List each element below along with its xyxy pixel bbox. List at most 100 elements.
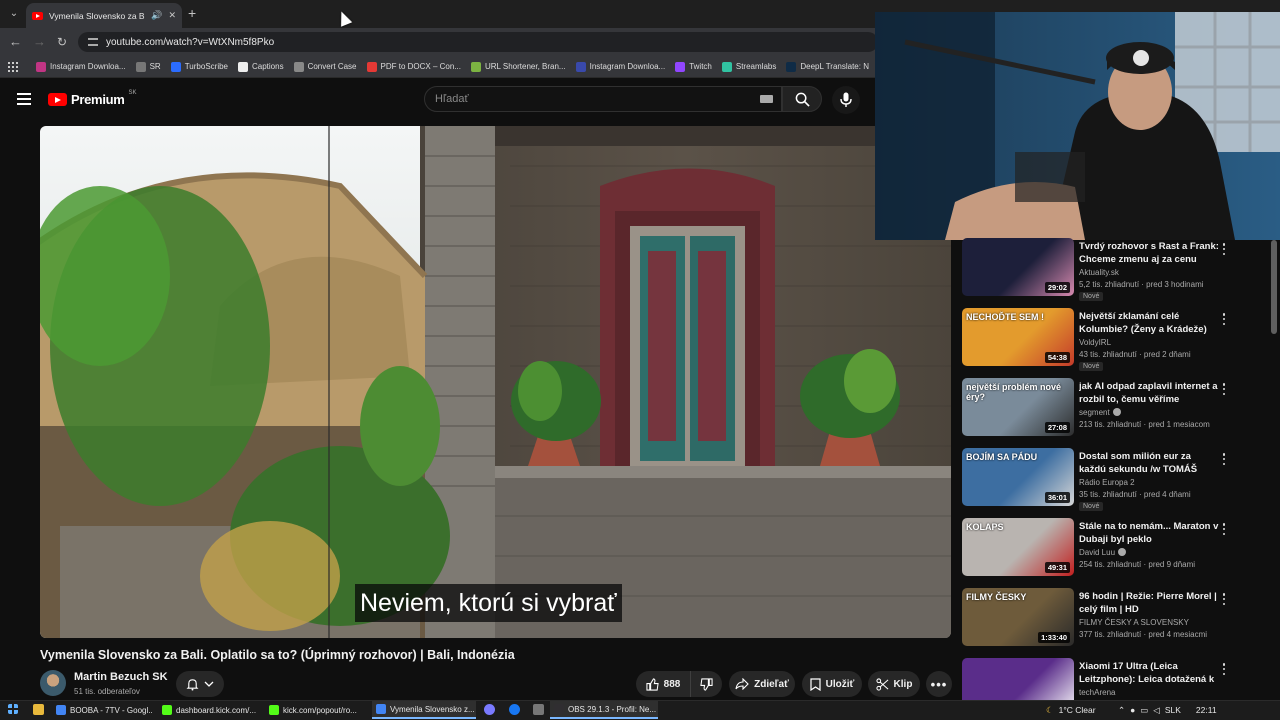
speaker-icon[interactable]: 🔊 [151,10,162,21]
recommendation-thumbnail[interactable]: BOJÍM SA PÁDU 36:01 [962,448,1074,506]
more-vertical-icon[interactable] [1222,313,1226,325]
clock[interactable]: 22:11 [1196,705,1217,715]
video-player[interactable] [40,126,951,638]
new-tab-icon[interactable]: + [188,6,196,20]
recommendation-title[interactable]: Stále na to nemám... Maraton v Dubaji by… [1079,520,1219,546]
recommendation-item[interactable]: 29:02 Tvrdý rozhovor s Rast a Frank: Chce… [962,238,1262,301]
bookmark-item[interactable]: URL Shortener, Bran... [470,61,566,72]
recommendation-item[interactable]: NECHOĎTE SEM ! 54:38 Největší zklamání cel… [962,308,1262,371]
taskbar-app-button[interactable]: Vymenila Slovensko z... [372,701,476,719]
bookmark-item[interactable]: TurboScribe [170,61,228,72]
save-button[interactable]: Uložiť [802,671,862,697]
mic-tray-icon[interactable]: ● [1130,705,1135,715]
headset-app-icon[interactable] [484,704,495,715]
bookmark-item[interactable]: Streamlabs [721,61,776,72]
taskbar-app-button[interactable]: BOOBA - 7TV - Googl... [52,701,152,719]
bookmark-item[interactable]: Captions [238,61,284,72]
like-button[interactable]: 888 [636,671,690,697]
bookmark-item[interactable]: PDF to DOCX – Con... [366,61,461,72]
recommendation-title[interactable]: Dostal som milión eur za každú sekundu /… [1079,450,1219,476]
more-vertical-icon[interactable] [1222,383,1226,395]
notification-bell-button[interactable] [176,671,224,697]
taskbar-app-label: Vymenila Slovensko z... [390,704,475,714]
apps-grid-icon[interactable] [8,61,18,72]
recommendation-channel[interactable]: Aktuality.sk [1079,268,1119,277]
channel-name[interactable]: Martin Bezuch SK [74,671,168,683]
recommendation-item[interactable]: BOJÍM SA PÁDU 36:01 Dostal som milión eur … [962,448,1262,511]
dislike-button[interactable] [690,671,722,697]
recommendation-title[interactable]: Xiaomi 17 Ultra (Leica Leitzphone): Leic… [1079,660,1219,686]
channel-avatar[interactable] [40,670,66,696]
duration-badge: 29:02 [1044,282,1070,293]
more-actions-button[interactable]: ••• [926,671,952,697]
voice-search-button[interactable] [832,86,860,114]
recommendation-item[interactable]: FILMY ČESKY 1:33:40 96 hodin | Režie: Pier… [962,588,1262,646]
bookmark-item[interactable]: Twitch [675,61,712,72]
recommendation-item[interactable]: KOLAPS 49:31 Stále na to nemám... Maraton … [962,518,1262,576]
more-vertical-icon[interactable] [1222,523,1226,535]
youtube-premium-logo[interactable]: Premium SK [48,90,137,107]
browser-tab-active[interactable]: Vymenila Slovensko za Bali... 🔊 ✕ [26,3,182,28]
recommendation-channel[interactable]: techArena [1079,688,1115,697]
recommendation-channel[interactable]: segment [1079,408,1121,417]
taskbar-app-icon [269,705,279,715]
share-button[interactable]: Zdieľať [729,671,795,697]
reload-icon[interactable]: ↻ [57,34,67,50]
recommendation-channel[interactable]: VoldyIRL [1079,338,1111,347]
start-windows-icon[interactable] [8,704,18,714]
recommendation-channel[interactable]: Rádio Europa 2 [1079,478,1135,487]
forward-arrow-icon[interactable]: → [33,34,46,50]
recommendation-title[interactable]: Tvrdý rozhovor s Rast a Frank: Chceme zm… [1079,240,1219,266]
language-indicator[interactable]: SLK [1165,705,1181,715]
recommendation-thumbnail[interactable]: KOLAPS 49:31 [962,518,1074,576]
more-vertical-icon[interactable] [1222,593,1226,605]
recommendation-title[interactable]: 96 hodin | Režie: Pierre Morel | celý fi… [1079,590,1219,616]
more-vertical-icon[interactable] [1222,453,1226,465]
back-arrow-icon[interactable]: ← [9,34,22,50]
recommendation-meta: 43 tis. zhliadnutí · pred 2 dňami [1079,350,1191,359]
bookmark-item[interactable]: Convert Case [293,61,357,72]
clip-button[interactable]: Klip [868,671,920,697]
keyboard-icon[interactable] [760,95,773,103]
facebook-icon[interactable] [509,704,520,715]
search-input[interactable]: Hľadať [424,86,782,112]
thumbs-down-icon [700,677,713,691]
taskbar-app-button[interactable]: dashboard.kick.com/... [158,701,258,719]
taskbar-app-button[interactable]: OBS 29.1.3 - Profil: Ne... [550,701,658,719]
recommendation-channel[interactable]: David Luu [1079,548,1127,557]
verified-check-icon [1118,548,1127,556]
recommendation-thumbnail[interactable]: největší problém nové éry? 27:08 [962,378,1074,436]
recommendation-title[interactable]: jak AI odpad zaplavil internet a rozbil … [1079,380,1219,406]
bookmark-item[interactable]: SR [135,61,161,72]
menu-hamburger-icon[interactable] [17,93,31,105]
recommendation-channel[interactable]: FILMY ČESKY A SLOVENSKY [1079,618,1189,627]
recommendation-item[interactable]: největší problém nové éry? 27:08 jak AI od… [962,378,1262,436]
duration-badge: 49:31 [1044,562,1070,573]
site-info-icon[interactable] [88,38,98,46]
more-vertical-icon[interactable] [1222,663,1226,675]
sidebar-scrollbar[interactable] [1271,240,1277,334]
recommendation-thumbnail[interactable]: 29:02 [962,238,1074,296]
weather-widget[interactable]: ☾ 1°C Clear [1046,701,1096,719]
system-tray: ⌃ ● ▭ ◁ SLK 22:11 [1118,701,1217,719]
bookmark-item[interactable]: Instagram Downloa... [36,61,126,72]
chevron-up-icon[interactable]: ⌃ [1118,705,1125,716]
file-explorer-icon[interactable] [33,704,44,715]
recommendation-thumbnail[interactable]: NECHOĎTE SEM ! 54:38 [962,308,1074,366]
close-tab-icon[interactable]: ✕ [168,10,176,21]
bookmark-item[interactable]: Instagram Downloa... [575,61,665,72]
volume-icon[interactable]: ◁ [1153,705,1160,716]
tab-search-chevron-icon[interactable]: ⌄ [6,6,22,22]
pinned-app-icon[interactable] [533,704,544,715]
recommendation-meta: 5,2 tis. zhliadnutí · pred 3 hodinami [1079,280,1204,289]
search-button[interactable] [782,86,822,112]
address-bar[interactable]: youtube.com/watch?v=WtXNm5f8Pko [78,32,878,52]
taskbar-app-button[interactable]: kick.com/popout/ro... [265,701,365,719]
network-icon[interactable]: ▭ [1140,705,1148,716]
recommendation-thumbnail[interactable]: FILMY ČESKY 1:33:40 [962,588,1074,646]
youtube-favicon-icon [32,11,43,20]
bookmark-item[interactable]: DeepL Translate: N [786,61,869,72]
more-vertical-icon[interactable] [1222,243,1226,255]
youtube-play-icon [48,93,67,106]
recommendation-title[interactable]: Největší zklamání celé Kolumbie? (Ženy a… [1079,310,1219,336]
